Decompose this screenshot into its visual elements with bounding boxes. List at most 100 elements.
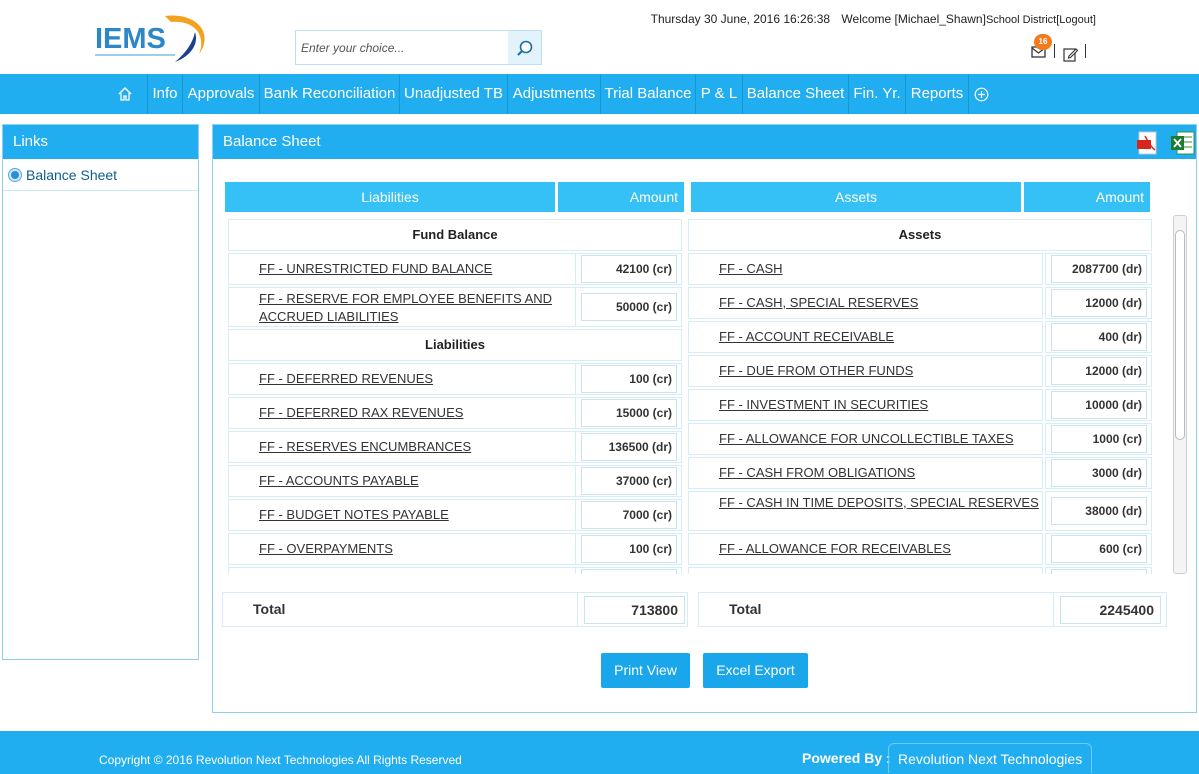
total-label: Total — [729, 601, 762, 617]
mail-count-badge: 16 — [1034, 34, 1052, 50]
edit-icon[interactable] — [1063, 47, 1079, 62]
excel-export-icon[interactable] — [1171, 131, 1195, 155]
print-view-button[interactable]: Print View — [601, 653, 690, 688]
sidebar-title: Links — [3, 125, 198, 159]
amount-cell: 12000 (dr) — [1045, 287, 1152, 319]
nav-fin-yr[interactable]: Fin. Yr. — [849, 74, 906, 114]
bullet-icon — [9, 168, 21, 181]
table-row: FF - RESERVES ENCUMBRANCES 136500 (dr) — [228, 431, 682, 463]
account-link[interactable]: FF - OVERPAYMENTS — [259, 534, 393, 564]
search-box — [295, 30, 542, 65]
assets-column-header: Assets — [691, 182, 1021, 212]
account-link[interactable]: FF - INVESTMENT IN SECURITIES — [719, 390, 928, 420]
table-row: FF - INVESTMENT IN SECURITIES — [688, 389, 1043, 421]
amount-field: 10000 (dr) — [1051, 391, 1147, 419]
account-link[interactable]: FF - CASH IN TIME DEPOSITS, SPECIAL RESE… — [719, 494, 1039, 512]
table-row: FF - ACCOUNT RECEIVABLE — [688, 321, 1043, 353]
amount-field: 12000 (dr) — [1051, 289, 1147, 317]
account-link[interactable]: FF - RESERVE FOR EMPLOYEE BENEFITS AND A… — [259, 290, 575, 326]
table-row: FF - UNRESTRICTED FUND BALANCE 42100 (cr… — [228, 253, 682, 285]
table-row: FF - ALLOWANCE FOR RECEIVABLES — [688, 533, 1043, 565]
account-link[interactable]: FF - DEFERRED RAX REVENUES — [259, 398, 463, 428]
account-link[interactable]: FF - ACCOUNT RECEIVABLE — [719, 322, 894, 352]
nav-reports[interactable]: Reports — [906, 74, 969, 114]
amount-cell: 3000 (dr) — [1045, 457, 1152, 489]
amount-cell: 2087700 (dr) — [1045, 253, 1152, 285]
total-liabilities-row: Total 713800 — [222, 592, 688, 627]
iems-logo[interactable]: IEMS — [95, 14, 213, 64]
table-row: FF - CASH — [688, 253, 1043, 285]
vertical-scrollbar[interactable] — [1173, 215, 1187, 574]
nav-unadjusted-tb[interactable]: Unadjusted TB — [400, 74, 508, 114]
table-row: FF - ALLOWANCE FOR UNCOLLECTIBLE TAXES — [688, 423, 1043, 455]
amount-field — [1051, 569, 1147, 574]
account-link[interactable]: FF - DEFERRED REVENUES — [259, 364, 433, 394]
account-link[interactable]: FF - ACCOUNTS PAYABLE — [259, 466, 419, 496]
table-row: FF - ACCOUNTS PAYABLE 37000 (cr) — [228, 465, 682, 497]
amount-cell: 38000 (dr) — [1045, 491, 1152, 531]
nav-home[interactable] — [102, 74, 148, 114]
table-row: FF - OVERPAYMENTS 100 (cr) — [228, 533, 682, 565]
account-link[interactable]: FF - CASH FROM OBLIGATIONS — [719, 458, 915, 488]
amount-field: 42100 (cr) — [581, 255, 677, 283]
table-row-partial — [228, 567, 682, 574]
home-icon — [118, 87, 131, 101]
nav-bank-reconciliation[interactable]: Bank Reconciliation — [260, 74, 400, 114]
table-row: FF - DEFERRED REVENUES 100 (cr) — [228, 363, 682, 395]
account-link[interactable]: FF - UNRESTRICTED FUND BALANCE — [259, 254, 492, 284]
table-row: FF - DUE FROM OTHER FUNDS — [688, 355, 1043, 387]
total-label: Total — [253, 601, 286, 617]
amount-field: 15000 (cr) — [581, 399, 677, 427]
nav-adjustments[interactable]: Adjustments — [508, 74, 601, 114]
nav-more[interactable] — [969, 74, 993, 114]
datetime-label: Thursday 30 June, 2016 16:26:38 — [650, 12, 831, 26]
nav-balance-sheet[interactable]: Balance Sheet — [743, 74, 849, 114]
table-row: FF - CASH IN TIME DEPOSITS, SPECIAL RESE… — [688, 491, 1043, 531]
search-button[interactable] — [508, 31, 541, 64]
amount-field: 1000 (cr) — [1051, 425, 1147, 453]
excel-export-button[interactable]: Excel Export — [703, 653, 808, 688]
assets-amount-header: Amount — [1024, 182, 1150, 212]
district-label: School District — [985, 14, 1057, 26]
logout-link[interactable]: [Logout] — [1056, 14, 1096, 26]
search-icon — [516, 40, 532, 56]
sidebar-item-label: Balance Sheet — [26, 166, 118, 183]
nav-info[interactable]: Info — [148, 74, 183, 114]
account-link[interactable]: FF - RESERVES ENCUMBRANCES — [259, 432, 471, 462]
account-link[interactable]: FF - CASH, SPECIAL RESERVES — [719, 288, 918, 318]
account-link[interactable]: FF - ALLOWANCE FOR RECEIVABLES — [719, 534, 951, 564]
account-link[interactable]: FF - ALLOWANCE FOR UNCOLLECTIBLE TAXES — [719, 424, 1014, 454]
nav-approvals[interactable]: Approvals — [183, 74, 260, 114]
table-row: FF - CASH, SPECIAL RESERVES — [688, 287, 1043, 319]
amount-cell: 600 (cr) — [1045, 533, 1152, 565]
account-link[interactable]: FF - BUDGET NOTES PAYABLE — [259, 500, 449, 530]
table-row: FF - BUDGET NOTES PAYABLE 7000 (cr) — [228, 499, 682, 531]
amount-field: 38000 (dr) — [1051, 497, 1147, 525]
nav-trial-balance[interactable]: Trial Balance — [601, 74, 696, 114]
plus-circle-icon — [974, 87, 988, 102]
section-fund-balance: Fund Balance — [228, 219, 682, 251]
footer: Copyright © 2016 Revolution Next Technol… — [0, 731, 1199, 774]
copyright-text: Copyright © 2016 Revolution Next Technol… — [99, 753, 462, 767]
divider — [1085, 44, 1086, 58]
links-sidebar: Links Balance Sheet — [2, 124, 199, 660]
account-link[interactable]: FF - CASH — [719, 254, 783, 284]
section-assets: Assets — [688, 219, 1152, 251]
pdf-export-icon[interactable] — [1137, 131, 1159, 155]
search-input[interactable] — [297, 32, 509, 63]
balance-sheet-scroll-area[interactable]: Fund Balance FF - UNRESTRICTED FUND BALA… — [227, 217, 1175, 574]
user-info: Thursday 30 June, 2016 16:26:38 Welcome … — [651, 12, 1096, 26]
sidebar-item-balance-sheet[interactable]: Balance Sheet — [3, 159, 198, 191]
amount-field: 136500 (dr) — [581, 433, 677, 461]
powered-by-label: Powered By : — [802, 750, 891, 766]
amount-field: 37000 (cr) — [581, 467, 677, 495]
powered-by-link[interactable]: Revolution Next Technologies — [888, 743, 1093, 773]
account-link[interactable]: FF - DUE FROM OTHER FUNDS — [719, 356, 913, 386]
balance-sheet-panel: Balance Sheet Liabilities Amount Assets … — [212, 124, 1197, 713]
scrollbar-thumb[interactable] — [1175, 230, 1185, 440]
table-row: FF - DEFERRED RAX REVENUES 15000 (cr) — [228, 397, 682, 429]
welcome-label: Welcome [Michael_Shawn] — [841, 12, 986, 26]
nav-p-and-l[interactable]: P & L — [696, 74, 743, 114]
amount-cell: 10000 (dr) — [1045, 389, 1152, 421]
amount-field: 2087700 (dr) — [1051, 255, 1147, 283]
